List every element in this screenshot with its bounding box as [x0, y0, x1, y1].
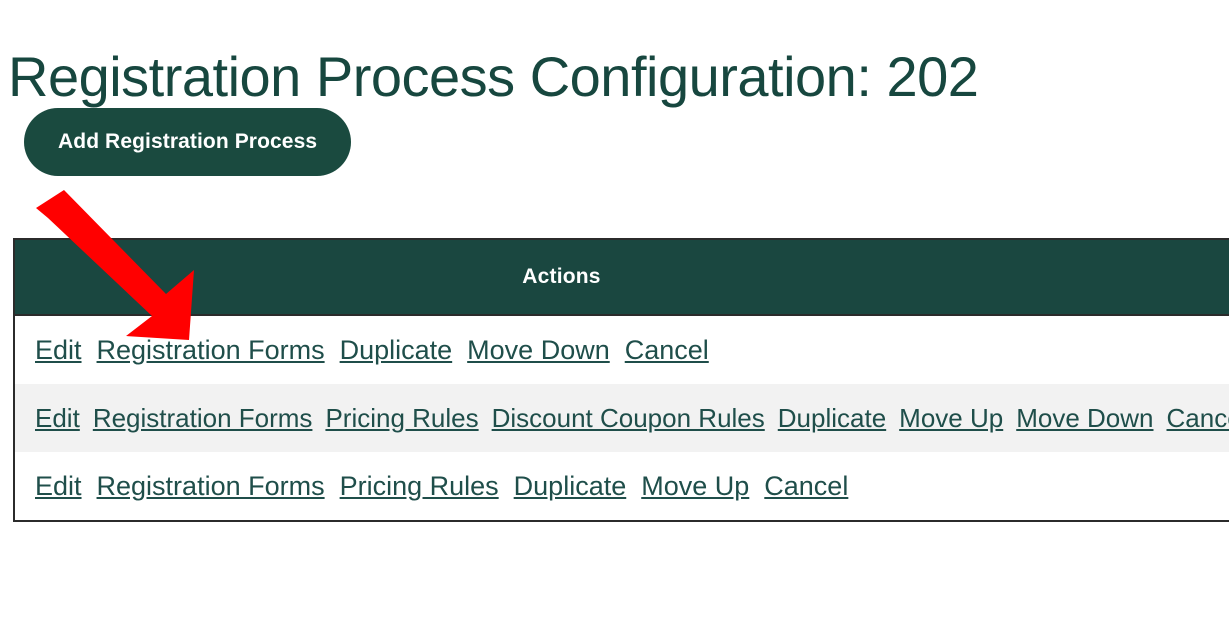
row-action-edit[interactable]: Edit	[35, 335, 82, 365]
registration-process-table: Actions Edit Registration Forms Duplicate M…	[13, 238, 1229, 522]
row-action-pricing-rules[interactable]: Pricing Rules	[340, 471, 499, 501]
row-action-registration-forms[interactable]: Registration Forms	[93, 403, 313, 433]
row-action-move-up[interactable]: Move Up	[899, 403, 1003, 433]
row-action-discount-coupon-rules[interactable]: Discount Coupon Rules	[492, 403, 765, 433]
add-registration-process-button[interactable]: Add Registration Process	[24, 108, 352, 176]
table-body: Edit Registration Forms Duplicate Move Down…	[15, 316, 1229, 520]
column-header-actions: Actions	[522, 265, 601, 288]
row-action-cancel[interactable]: Cancel	[1167, 403, 1229, 433]
row-action-duplicate[interactable]: Duplicate	[778, 403, 886, 433]
row-action-edit[interactable]: Edit	[35, 403, 80, 433]
row-action-cancel[interactable]: Cancel	[764, 471, 848, 501]
row-action-cancel[interactable]: Cancel	[625, 335, 709, 365]
row-action-registration-forms[interactable]: Registration Forms	[97, 471, 325, 501]
row-action-move-up[interactable]: Move Up	[641, 471, 749, 501]
row-action-edit[interactable]: Edit	[35, 471, 82, 501]
row-action-move-down[interactable]: Move Down	[467, 335, 610, 365]
row-action-move-down[interactable]: Move Down	[1016, 403, 1153, 433]
row-action-duplicate[interactable]: Duplicate	[340, 335, 453, 365]
table-row: Edit Registration Forms Pricing Rules Disco…	[15, 384, 1229, 452]
table-header-row: Actions	[15, 240, 1229, 316]
table-row: Edit Registration Forms Pricing Rules Dupli…	[15, 452, 1229, 520]
page-title: Registration Process Configuration: 202	[8, 44, 979, 108]
row-action-registration-forms[interactable]: Registration Forms	[97, 335, 325, 365]
row-action-pricing-rules[interactable]: Pricing Rules	[325, 403, 478, 433]
table-row: Edit Registration Forms Duplicate Move Down…	[15, 316, 1229, 384]
row-action-duplicate[interactable]: Duplicate	[514, 471, 627, 501]
